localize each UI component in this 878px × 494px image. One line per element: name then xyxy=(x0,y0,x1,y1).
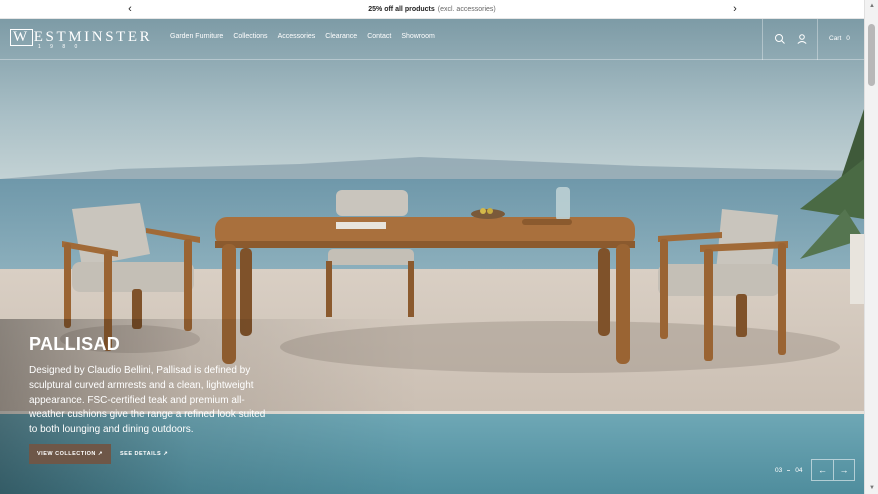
user-icon[interactable] xyxy=(795,32,809,46)
header-divider xyxy=(762,19,763,60)
cart-count: 0 xyxy=(846,35,850,42)
nav-item-garden-furniture[interactable]: Garden Furniture xyxy=(170,33,223,40)
view-collection-button[interactable]: VIEW COLLECTION ↗ xyxy=(29,444,111,464)
nav-item-contact[interactable]: Contact xyxy=(367,33,391,40)
slide-counter: 03 04 xyxy=(775,467,802,474)
logo-initial: W xyxy=(10,29,33,46)
nav-item-accessories[interactable]: Accessories xyxy=(278,33,316,40)
nav-item-clearance[interactable]: Clearance xyxy=(325,33,357,40)
cart-label: Cart xyxy=(829,35,842,42)
hero-title: PALLISAD xyxy=(29,334,121,354)
announcement-text: 25% off all products xyxy=(368,5,435,13)
arrow-right-icon: → xyxy=(839,465,849,475)
chevron-left-icon[interactable]: ‹ xyxy=(123,2,137,16)
scrollbar-thumb[interactable] xyxy=(868,24,875,86)
site-header: W ESTMINSTER 1 9 8 0 Garden Furniture Col… xyxy=(0,19,864,60)
slide-total: 04 xyxy=(795,467,803,474)
hero-description: Designed by Claudio Bellini, Pallisad is… xyxy=(29,365,266,436)
nav-item-collections[interactable]: Collections xyxy=(233,33,267,40)
cart-button[interactable]: Cart 0 xyxy=(829,35,850,42)
announcement-note: (excl. accessories) xyxy=(437,5,496,13)
slide-prev-button[interactable]: ← xyxy=(811,459,833,481)
logo-year: 1 9 8 0 xyxy=(38,44,82,50)
logo-wordmark: ESTMINSTER xyxy=(33,29,153,45)
header-divider xyxy=(817,19,818,60)
slide-next-button[interactable]: → xyxy=(833,459,855,481)
page: ‹ 25% off all products (excl. accessorie… xyxy=(0,0,878,494)
scroll-down-icon[interactable]: ▼ xyxy=(868,485,876,491)
slide-separator xyxy=(787,470,791,471)
see-details-link[interactable]: SEE DETAILS ↗ xyxy=(120,451,168,457)
main-nav: Garden Furniture Collections Accessories… xyxy=(170,33,435,40)
slide-current: 03 xyxy=(775,467,783,474)
announcement-bar: ‹ 25% off all products (excl. accessorie… xyxy=(0,0,864,19)
scroll-up-icon[interactable]: ▲ xyxy=(868,3,876,9)
search-icon[interactable] xyxy=(773,32,787,46)
brand-logo[interactable]: W ESTMINSTER 1 9 8 0 xyxy=(10,29,152,53)
nav-item-showroom[interactable]: Showroom xyxy=(401,33,434,40)
chevron-right-icon[interactable]: › xyxy=(728,2,742,16)
page-scrollbar[interactable]: ▲ ▼ xyxy=(864,0,878,494)
arrow-left-icon: ← xyxy=(818,465,827,475)
